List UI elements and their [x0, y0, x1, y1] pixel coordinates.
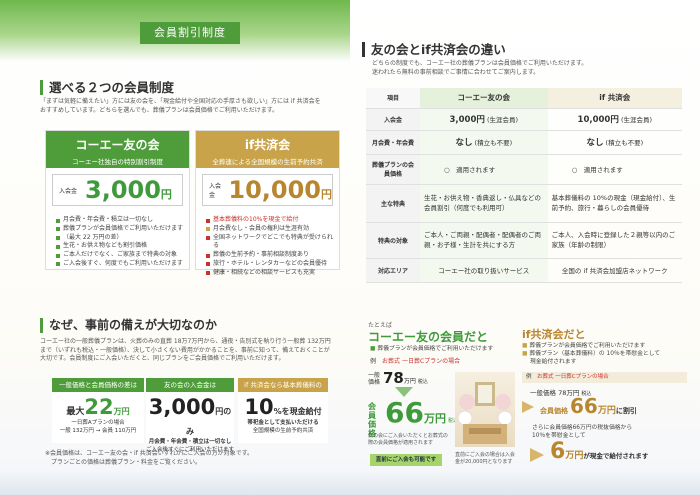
diff-desc: どちらの制度でも、コーエー社の葬儀プランは会員価格でご利用いただけます。 迷われ…	[372, 60, 588, 76]
example-if-title: if共済会だと	[522, 328, 586, 341]
if-desc: さらに会員価格66万円の税抜価格から 10％を帯慰金として	[532, 425, 633, 439]
if-fee-value: 10,000	[228, 176, 321, 204]
table-row: 項目 コーエー友の会 if 共済会	[366, 88, 682, 109]
tomo-fee-value: 3,000	[85, 176, 161, 204]
stat-box-fee: 友の会の入会金は 3,000円のみ 月会費・年会費・積立は一切なし ご入会後すぐ…	[146, 378, 234, 453]
right-arrow-icon	[530, 448, 544, 462]
tomo-features: 月会費・年会費・積立は一切なし 葬儀プランが会員価格でご利用いただけます （最大…	[56, 216, 183, 269]
right-arrow-icon	[522, 401, 534, 413]
list-item: ご本人だけでなく、ご家族まで特典の対象	[56, 251, 183, 260]
if-name: if共済会	[244, 138, 291, 152]
page-title: 会員割引制度	[140, 22, 240, 44]
list-item: 葬儀の生前予約・事前相談制度あり	[206, 251, 333, 260]
list-item: 月会費・年会費・積立は一切なし	[56, 216, 183, 225]
list-item: 月会費なし・会員の権利は生涯有効	[206, 225, 333, 234]
diff-title: 友の会とif共済会の違い	[362, 42, 506, 57]
member-price: 66万円 税込	[385, 396, 458, 429]
list-item: ご入会後すぐ、何度でもご利用いただけます	[56, 260, 183, 269]
if-cash: 6万円が現金で給付されます	[550, 439, 649, 464]
tomo-card-head: コーエー友の会 コーエー社独自の特別割引制度	[46, 131, 189, 168]
circle-icon: ○	[444, 166, 450, 174]
altar-image	[457, 382, 513, 444]
select-title: 選べる２つの会員制度	[40, 80, 174, 95]
select-desc: 「まずは気軽に備えたい」方には友の会を、「現金給付や全国対応の手厚さも欲しい」方…	[40, 98, 321, 114]
list-item: 旅行・ホテル・レンタカーなどの会員優待	[206, 260, 333, 269]
if-case: 例 お葬式 一日葬Cプランの場合	[522, 372, 687, 383]
tomo-fee: 入会金 3,000 円	[52, 174, 183, 206]
join-tag: 直前にご入会も可能です	[370, 454, 442, 466]
if-card: if共済会 全葬連による全国規模の生前予約共済 入会金 10,000 円 基本葬…	[195, 130, 340, 276]
tomo-card: コーエー友の会 コーエー社独自の特別割引制度 入会金 3,000 円 月会費・年…	[45, 130, 190, 270]
stat-box-cash: if 共済会なら基本葬儀料の 10%を現金給付 帯祀金として支払いただける 全国…	[238, 378, 328, 443]
general-price: 78万円 税込	[383, 369, 428, 387]
table-row: 月会費・年会費 なし (積立も不要) なし (積立も不要)	[366, 130, 682, 155]
list-item: 基本葬儀料の10%を現金で給付	[206, 216, 333, 225]
why-desc: コーエー社の一般葬儀プランは、火葬のみの直葬 18万7万円から、通夜・告別式を執…	[40, 338, 331, 362]
list-item: 全国ネットワークでどこでも特典が受けられる	[206, 234, 333, 252]
if-member-price: 会員価格 66万円に割引	[540, 394, 637, 418]
if-fee: 入会金 10,000 円	[202, 174, 333, 206]
table-row: 対応エリア コーエー社の取り扱いサービス 全国の if 共済会加盟店ネットワーク	[366, 258, 682, 283]
if-sub: 全葬連による全国規模の生前予約共済	[212, 158, 323, 166]
if-card-head: if共済会 全葬連による全国規模の生前予約共済	[196, 131, 339, 168]
general-label: 一般価格	[368, 372, 381, 386]
member-note: 友の会にご入会いただくとお葬式の際の会員価格が適用されます	[368, 433, 448, 446]
table-row: 特典の対象 ご本人・ご両親・配偶者・配偶者のご両親・お子様・生計を共にする方 ご…	[366, 222, 682, 259]
tomo-name: コーエー友の会	[75, 138, 160, 152]
comparison-table: 項目 コーエー友の会 if 共済会 入会金 3,000円 (生涯会員) 10,0…	[366, 88, 682, 283]
if-features: 基本葬儀料の10%を現金で給付 月会費なし・会員の権利は生涯有効 全国ネットワー…	[206, 216, 333, 278]
why-title: なぜ、事前の備えが大切なのか	[40, 318, 217, 333]
why-footnote: ※会員価格は、コーエー友の会・if 共済会いずれかにご入会の方が対象です。 プラ…	[45, 450, 253, 466]
list-item: 健康・相続などの相談サービスも充実	[206, 269, 333, 278]
table-row: 葬儀プランの会員価格 ○ 適用されます ○ 適用されます	[366, 154, 682, 185]
altar-photo	[455, 372, 515, 447]
table-row: 入会金 3,000円 (生涯会員) 10,000円 (生涯会員)	[366, 108, 682, 131]
example-case: 例 お葬式 一日葬Cプランの場合	[370, 358, 461, 365]
list-item: 生花・お供え物なども割引価格	[56, 242, 183, 251]
tomo-sub: コーエー社独自の特別割引制度	[72, 158, 163, 166]
table-row: 主な特典 生花・お供え物・香典返し・仏具などの会員割引（何度でも利用可） 基本葬…	[366, 184, 682, 223]
ground-band	[0, 470, 700, 495]
example-tomo-sub: ■ 葬儀プランが会員価格でご利用いただけます	[370, 346, 494, 352]
list-item: 葬儀プランが会員価格でご利用いただけます	[56, 225, 183, 234]
stat-box-diff: 一般価格と会員価格の差は 最大22万円 一日葬Aプランの場合 一般 132万円 …	[52, 378, 144, 443]
photo-caption: 直前にご入会の場合は入会金が20,000円となります	[455, 452, 515, 465]
circle-icon: ○	[571, 166, 578, 174]
example-if-bullets: ■ 葬儀プランが会員価格でご利用いただけます ■ 葬儀プラン（基本葬儀料）の 1…	[522, 343, 661, 365]
